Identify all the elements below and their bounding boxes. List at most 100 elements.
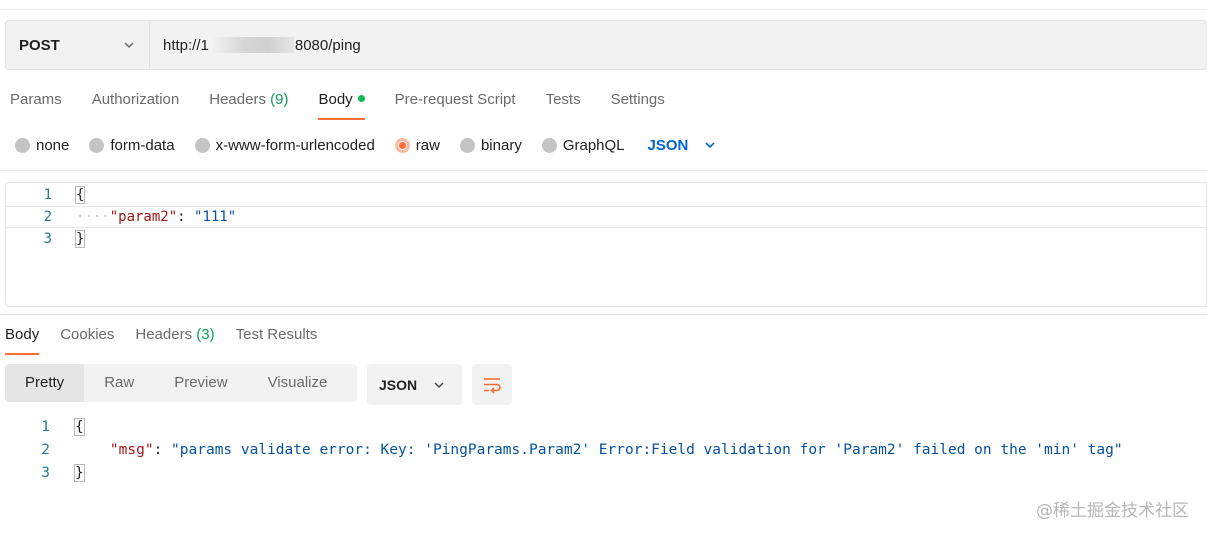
tab-pre-request-script[interactable]: Pre-request Script <box>395 90 516 120</box>
response-body-viewer[interactable]: 1 { 2 "msg": "params validate error: Key… <box>0 416 1207 486</box>
tab-label: Tests <box>545 91 581 108</box>
body-language-select[interactable]: JSON <box>648 137 717 154</box>
radio-label: raw <box>415 136 440 154</box>
radio-label: form-data <box>110 136 175 154</box>
radio-selected-icon <box>394 137 410 153</box>
radio-label: none <box>36 136 70 154</box>
wrap-lines-button[interactable] <box>472 364 512 405</box>
line-number: 1 <box>41 419 50 435</box>
code-line: 2 "msg": "params validate error: Key: 'P… <box>0 439 1207 461</box>
tab-body[interactable]: Body <box>318 90 365 120</box>
url-text-end: 8080/ping <box>294 36 361 54</box>
json-key: "msg" <box>109 442 154 458</box>
brace-open: { <box>74 186 86 204</box>
radio-icon <box>459 137 475 153</box>
chevron-down-icon <box>434 381 444 388</box>
code-text: } <box>74 230 86 248</box>
request-tabs: Params Authorization Headers (9) Body Pr… <box>10 90 695 120</box>
radio-label: x-www-form-urlencoded <box>215 136 375 154</box>
watermark: @稀土掘金技术社区 <box>1036 501 1189 521</box>
tab-response-headers[interactable]: Headers (3) <box>135 325 214 355</box>
modified-dot-icon <box>357 95 365 102</box>
tab-tests[interactable]: Tests <box>546 90 581 120</box>
code-line: 1 { <box>6 184 1206 206</box>
tab-label: Cookies <box>60 326 115 343</box>
tab-label: Body <box>318 91 353 108</box>
json-colon: : <box>153 442 172 458</box>
tab-label: Settings <box>610 91 665 108</box>
line-number: 1 <box>43 187 52 203</box>
view-pretty[interactable]: Pretty <box>5 364 85 402</box>
tab-label: Test Results <box>235 326 318 343</box>
radio-label: binary <box>480 136 522 154</box>
brace-close: } <box>74 230 86 248</box>
code-text: } <box>74 464 85 482</box>
json-key: "param2" <box>109 209 178 225</box>
code-line: 3 } <box>6 228 1206 250</box>
url-redaction <box>209 37 294 53</box>
json-value: "params validate error: Key: 'PingParams… <box>171 442 1123 458</box>
line-number: 3 <box>43 231 52 247</box>
view-visualize[interactable]: Visualize <box>248 364 348 402</box>
tab-label: Body <box>5 326 40 343</box>
body-type-selector: none form-data x-www-form-urlencoded raw… <box>15 134 716 156</box>
tab-cookies[interactable]: Cookies <box>60 325 114 355</box>
code-line-active: 2 ····"param2": "111" <box>6 206 1206 228</box>
radio-icon <box>89 137 105 153</box>
top-divider <box>0 9 1207 10</box>
indent-guide: ···· <box>76 209 110 225</box>
view-preview[interactable]: Preview <box>154 364 247 402</box>
tab-label: Pre-request Script <box>394 91 516 108</box>
divider <box>0 170 1207 171</box>
chevron-down-icon <box>124 42 134 49</box>
body-type-graphql[interactable]: GraphQL <box>541 136 625 154</box>
code-line: 3 } <box>0 462 1207 484</box>
language-label: JSON <box>647 136 689 154</box>
tab-authorization[interactable]: Authorization <box>92 90 180 120</box>
body-type-form-data[interactable]: form-data <box>89 136 175 154</box>
chevron-down-icon <box>705 142 715 149</box>
radio-label: GraphQL <box>562 136 625 154</box>
format-label: JSON <box>379 376 418 393</box>
method-select[interactable]: POST <box>6 21 150 69</box>
request-body-editor[interactable]: 1 { 2 ····"param2": "111" 3 } <box>5 182 1207 307</box>
response-tabs: Body Cookies Headers (3) Test Results <box>5 325 338 355</box>
radio-icon <box>194 137 210 153</box>
json-colon: : <box>177 209 195 225</box>
line-number: 3 <box>41 465 50 481</box>
body-type-raw[interactable]: raw <box>394 136 440 154</box>
body-type-urlencoded[interactable]: x-www-form-urlencoded <box>194 136 375 154</box>
tab-label: Headers <box>135 326 193 343</box>
body-type-none[interactable]: none <box>15 137 69 154</box>
code-text: ····"param2": "111" <box>76 209 236 225</box>
view-raw[interactable]: Raw <box>84 364 154 402</box>
radio-icon <box>15 137 30 153</box>
headers-count: (9) <box>270 91 289 108</box>
tab-settings[interactable]: Settings <box>611 90 665 120</box>
body-type-binary[interactable]: binary <box>459 136 522 154</box>
tab-test-results[interactable]: Test Results <box>236 325 318 355</box>
headers-count: (3) <box>196 326 215 343</box>
tab-params[interactable]: Params <box>10 90 62 120</box>
code-text: { <box>74 418 85 436</box>
tab-headers[interactable]: Headers (9) <box>209 90 288 120</box>
tab-label: Headers <box>209 91 266 108</box>
response-format-select[interactable]: JSON <box>367 364 462 405</box>
method-label: POST <box>19 36 60 54</box>
tab-label: Params <box>10 91 62 108</box>
line-number: 2 <box>43 209 52 225</box>
code-text: "msg": "params validate error: Key: 'Pin… <box>75 442 1123 458</box>
tab-response-body[interactable]: Body <box>5 325 40 355</box>
url-input[interactable]: http://1 8080/ping <box>150 21 1206 69</box>
divider <box>0 314 1207 315</box>
code-line: 1 { <box>0 416 1207 438</box>
radio-icon <box>541 137 557 153</box>
json-value: "111" <box>194 209 237 225</box>
request-bar: POST http://1 8080/ping <box>5 20 1207 70</box>
code-text: { <box>74 186 86 204</box>
brace-close: } <box>74 464 85 482</box>
view-mode-toggle: Pretty Raw Preview Visualize <box>5 364 357 402</box>
brace-open: { <box>74 418 85 436</box>
wrap-lines-icon <box>484 377 501 394</box>
line-number: 2 <box>41 442 50 458</box>
